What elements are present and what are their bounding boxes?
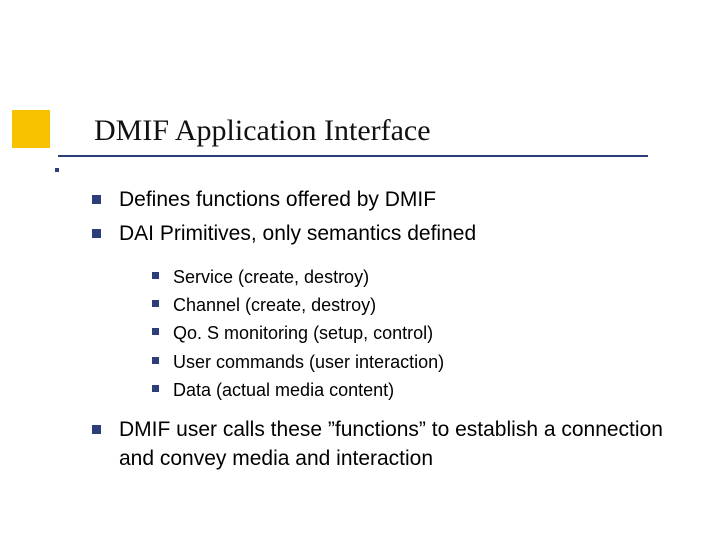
accent-dot bbox=[55, 168, 59, 172]
accent-square bbox=[12, 110, 50, 148]
bullet-icon bbox=[152, 357, 159, 364]
bullet-icon bbox=[92, 425, 101, 434]
slide-title: DMIF Application Interface bbox=[94, 114, 431, 148]
bullet-text: DMIF user calls these ”functions” to est… bbox=[119, 416, 682, 473]
bullet-text: DAI Primitives, only semantics defined bbox=[119, 220, 682, 248]
bullet-level2: Data (actual media content) bbox=[152, 378, 682, 402]
bullet-icon bbox=[152, 272, 159, 279]
bullet-level2: Service (create, destroy) bbox=[152, 265, 682, 289]
bullet-text: Qo. S monitoring (setup, control) bbox=[173, 321, 682, 345]
bullet-icon bbox=[92, 229, 101, 238]
bullet-icon bbox=[152, 328, 159, 335]
bullet-icon bbox=[152, 300, 159, 307]
bullet-text: User commands (user interaction) bbox=[173, 350, 682, 374]
bullet-level1: Defines functions offered by DMIF bbox=[92, 186, 682, 214]
bullet-icon bbox=[92, 195, 101, 204]
bullet-text: Defines functions offered by DMIF bbox=[119, 186, 682, 214]
bullet-icon bbox=[152, 385, 159, 392]
bullet-text: Service (create, destroy) bbox=[173, 265, 682, 289]
slide-body: Defines functions offered by DMIF DAI Pr… bbox=[92, 186, 682, 479]
bullet-level2: Channel (create, destroy) bbox=[152, 293, 682, 317]
bullet-text: Channel (create, destroy) bbox=[173, 293, 682, 317]
bullet-level1: DAI Primitives, only semantics defined bbox=[92, 220, 682, 248]
title-underline bbox=[58, 155, 648, 157]
bullet-level2: User commands (user interaction) bbox=[152, 350, 682, 374]
bullet-level2: Qo. S monitoring (setup, control) bbox=[152, 321, 682, 345]
bullet-text: Data (actual media content) bbox=[173, 378, 682, 402]
bullet-level1: DMIF user calls these ”functions” to est… bbox=[92, 416, 682, 473]
